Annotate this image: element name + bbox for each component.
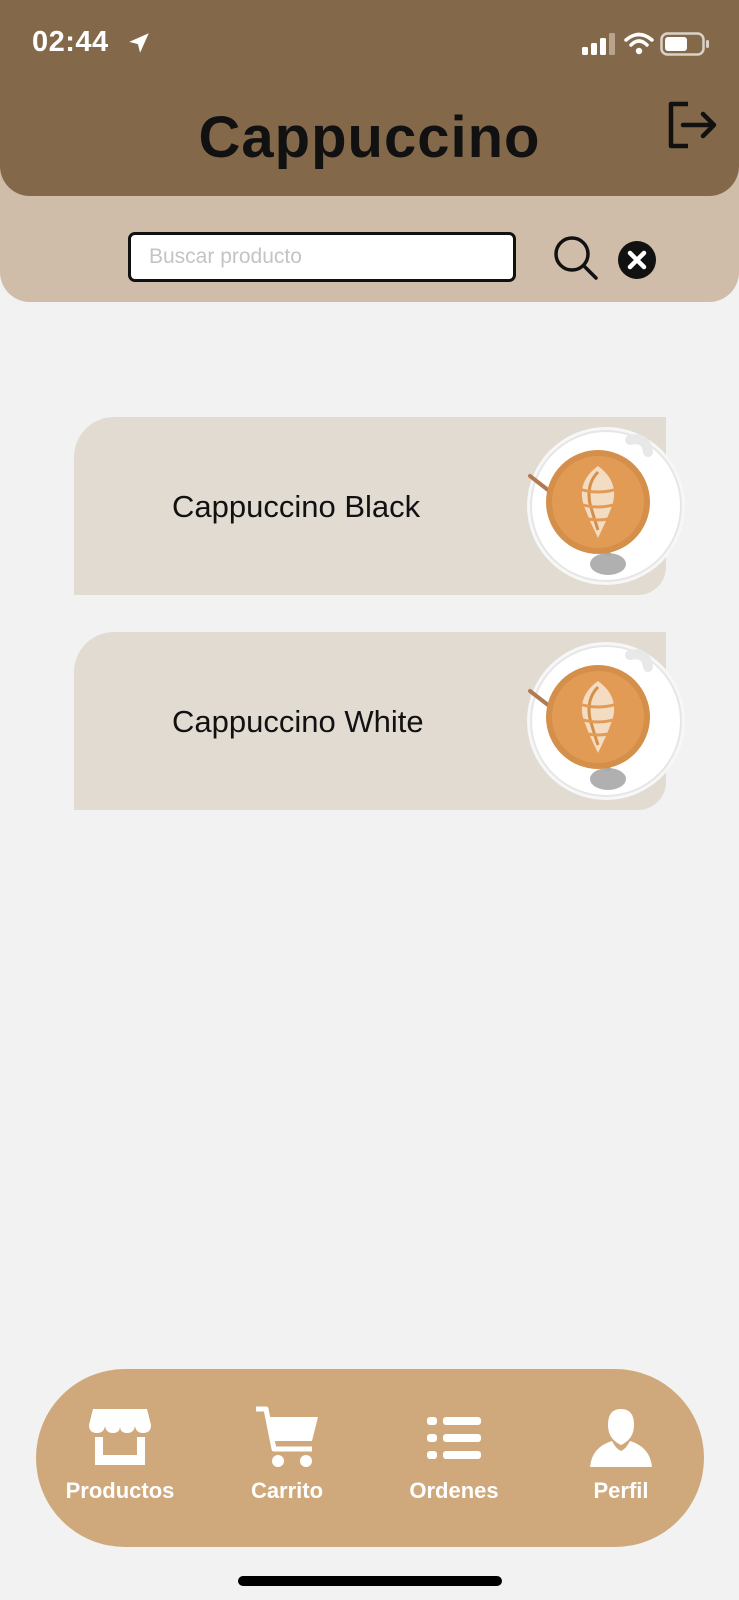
nav-label: Productos [65, 1478, 175, 1503]
product-name: Cappuccino Black [172, 489, 421, 524]
home-indicator [238, 1576, 502, 1586]
close-circle-icon[interactable] [617, 240, 657, 280]
app-screen: 02:44 Cappuccino Buscar producto Cappucc… [0, 0, 739, 1600]
magnifier-icon[interactable] [552, 234, 600, 282]
list-icon [427, 1417, 481, 1459]
signal-bars-icon [582, 33, 615, 55]
search-input[interactable] [128, 232, 516, 282]
battery-icon [660, 32, 709, 56]
nav-item-carrito[interactable]: Carrito [212, 1369, 362, 1547]
wifi-icon [624, 32, 654, 55]
cart-icon [256, 1406, 318, 1467]
status-time: 02:44 [32, 26, 109, 58]
user-icon [590, 1409, 652, 1467]
bottom-nav: Productos Carrito Ordenes Perfil [36, 1369, 704, 1547]
nav-item-ordenes[interactable]: Ordenes [379, 1369, 529, 1547]
nav-label: Perfil [593, 1478, 649, 1503]
nav-label: Carrito [250, 1478, 324, 1503]
page-title: Cappuccino [198, 105, 541, 170]
product-name: Cappuccino White [172, 704, 424, 739]
nav-item-perfil[interactable]: Perfil [546, 1369, 696, 1547]
location-arrow-icon [129, 33, 149, 53]
product-card[interactable]: Cappuccino Black [74, 417, 685, 595]
header: 02:44 Cappuccino [0, 0, 739, 196]
product-card[interactable]: Cappuccino White [74, 632, 685, 810]
cappuccino-cup-image [527, 642, 685, 800]
nav-label: Ordenes [409, 1478, 499, 1503]
status-bar: 02:44 [0, 0, 739, 90]
store-icon [89, 1409, 151, 1465]
logout-icon[interactable] [666, 100, 718, 150]
nav-item-productos[interactable]: Productos [45, 1369, 195, 1547]
cappuccino-cup-image [527, 427, 685, 585]
